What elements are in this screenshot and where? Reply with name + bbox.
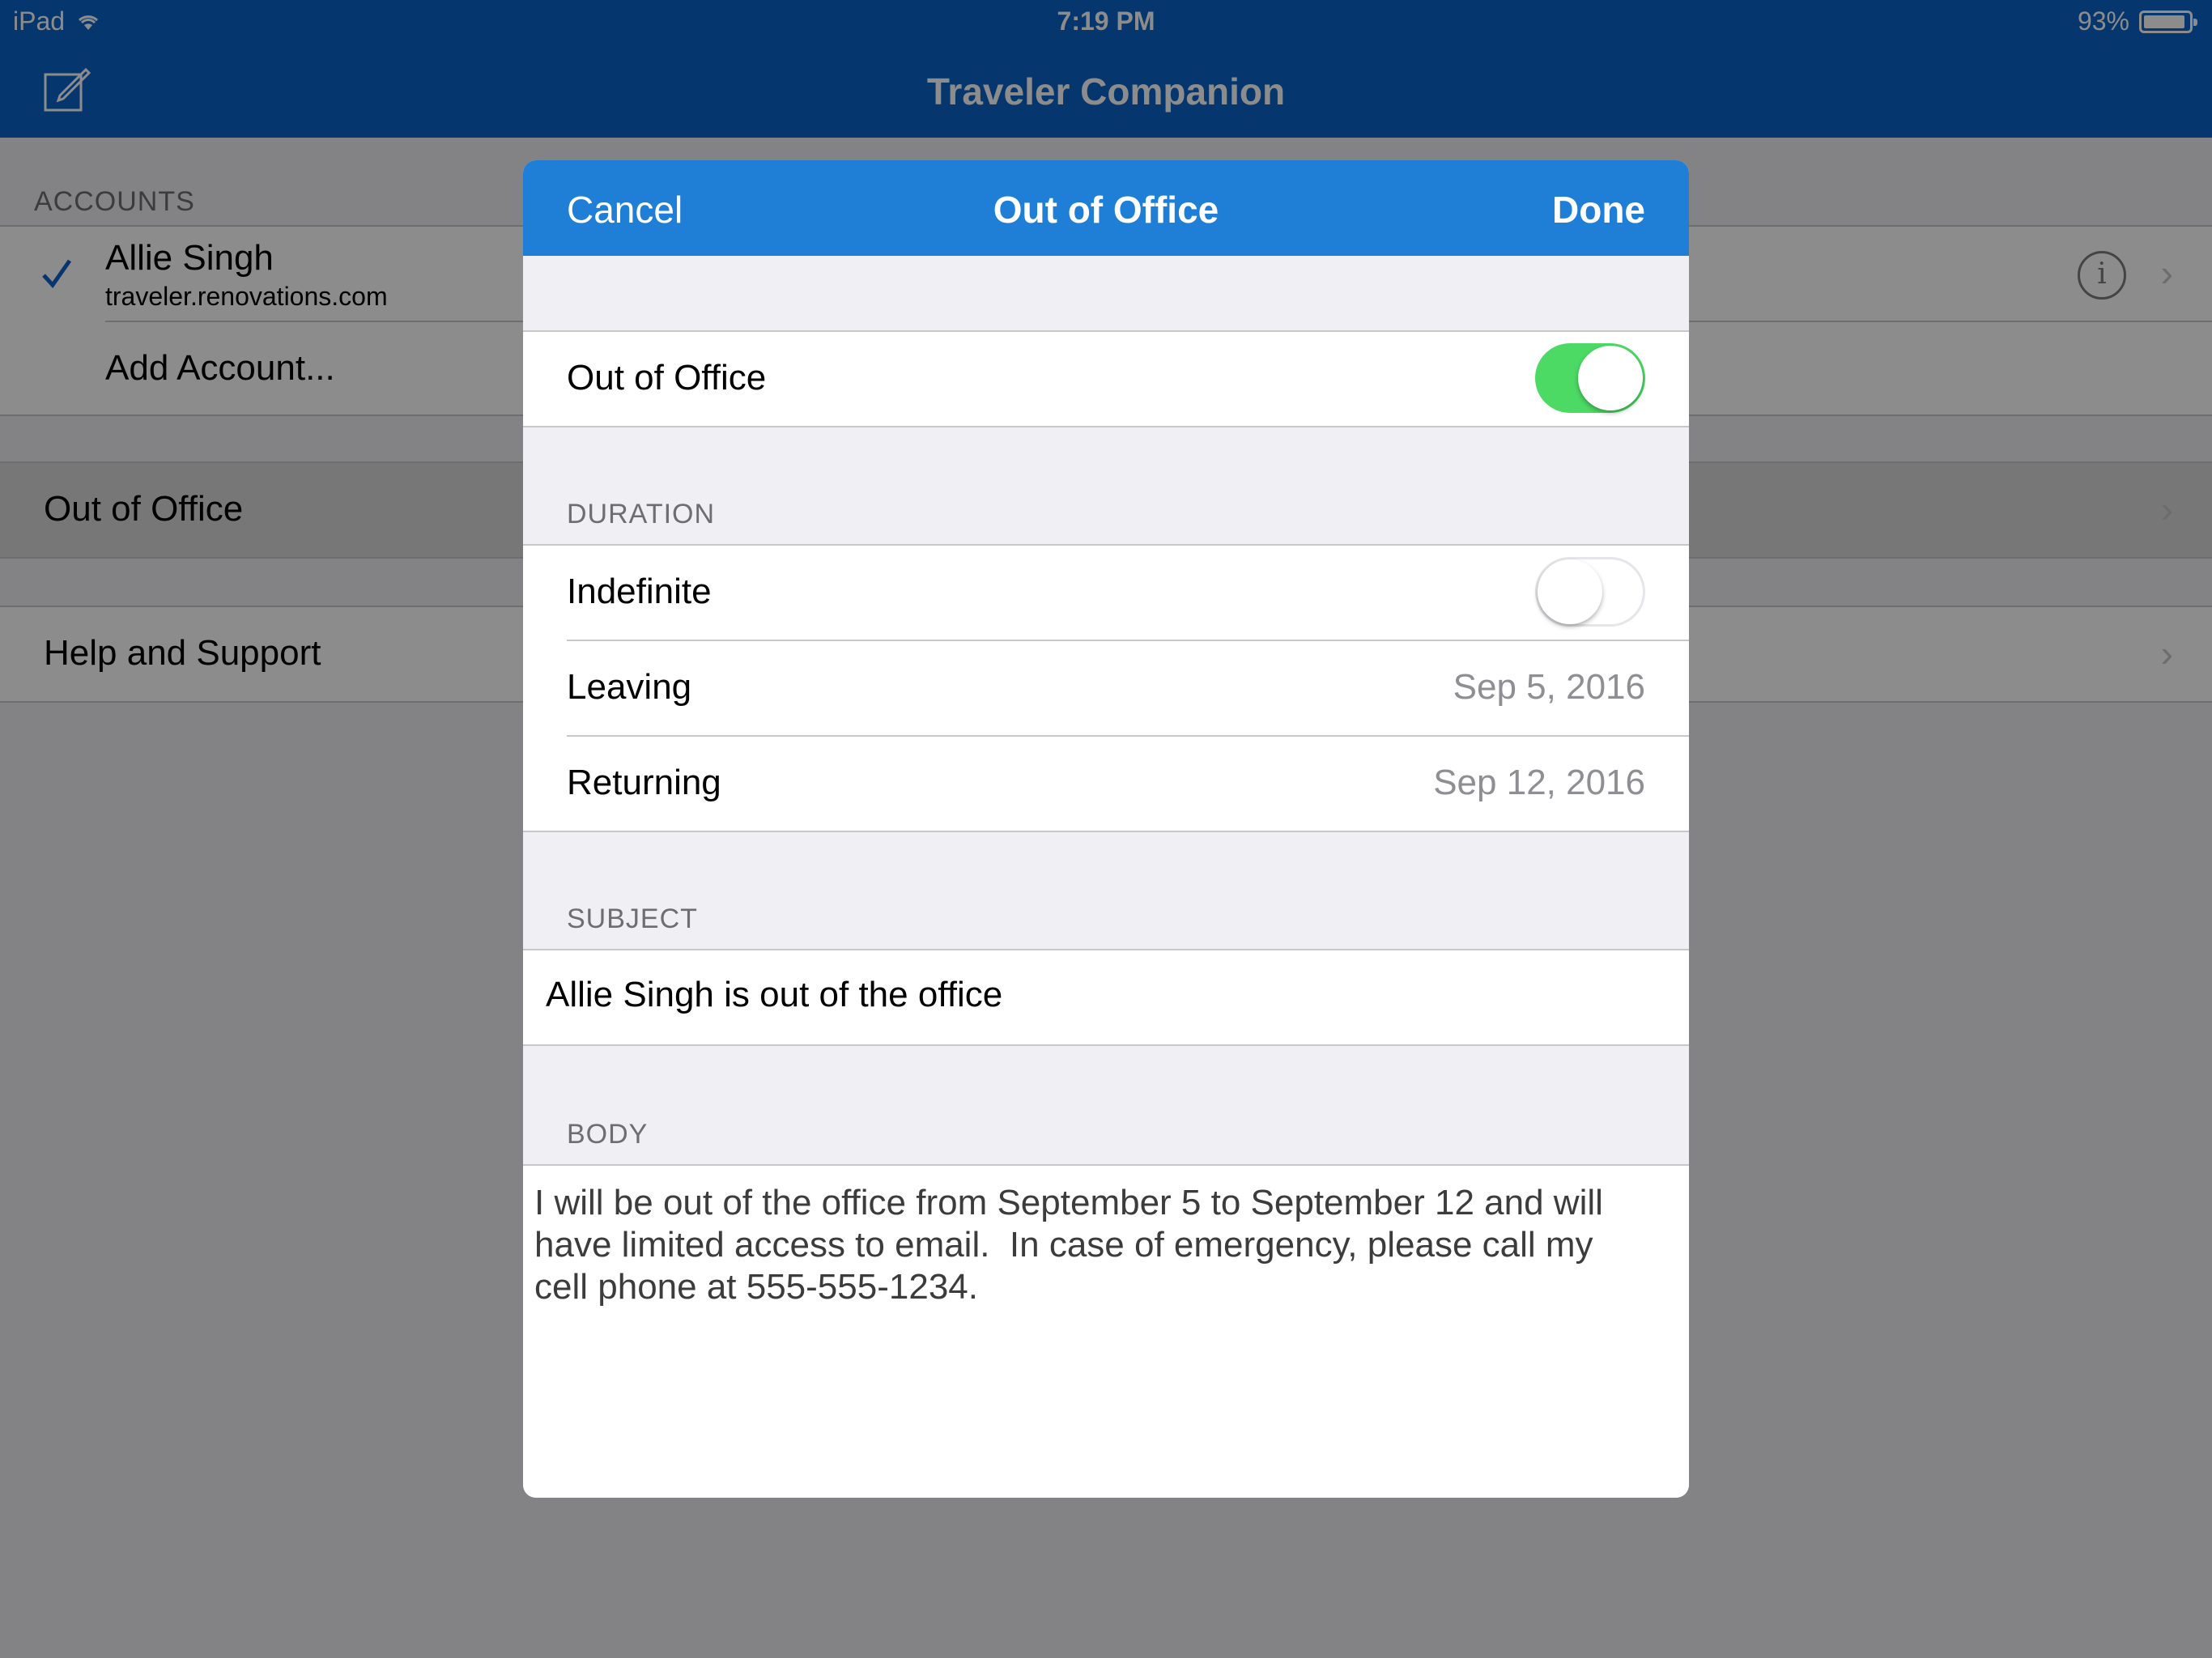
out-of-office-label: Out of Office [567,358,767,397]
body-textarea[interactable]: I will be out of the office from Septemb… [534,1182,1668,1308]
out-of-office-toggle[interactable] [1535,343,1645,413]
subject-field[interactable]: Allie Singh is out of the office [523,949,1689,1046]
leaving-row[interactable]: Leaving Sep 5, 2016 [523,641,1689,735]
returning-label: Returning [567,763,721,802]
modal-title: Out of Office [993,189,1219,231]
modal-navbar: Cancel Out of Office Done [523,160,1689,256]
duration-section: Indefinite Leaving Sep 5, 2016 Returning… [523,544,1689,832]
out-of-office-section: Out of Office [523,330,1689,427]
out-of-office-row: Out of Office [523,332,1689,426]
indefinite-row: Indefinite [523,546,1689,640]
subject-input[interactable]: Allie Singh is out of the office [546,975,1002,1015]
leaving-date: Sep 5, 2016 [1453,667,1645,707]
returning-row[interactable]: Returning Sep 12, 2016 [523,737,1689,831]
toggle-knob [1538,559,1602,624]
indefinite-label: Indefinite [567,572,712,611]
indefinite-toggle[interactable] [1535,557,1645,627]
subject-header: SUBJECT [567,903,698,934]
body-field[interactable]: I will be out of the office from Septemb… [523,1164,1689,1498]
out-of-office-modal: Cancel Out of Office Done Out of Office … [523,160,1689,1498]
duration-header: DURATION [567,499,716,529]
leaving-label: Leaving [567,667,692,707]
toggle-knob [1578,346,1643,410]
body-header: BODY [567,1119,649,1150]
returning-date: Sep 12, 2016 [1433,763,1645,802]
done-button[interactable]: Done [1552,188,1645,232]
